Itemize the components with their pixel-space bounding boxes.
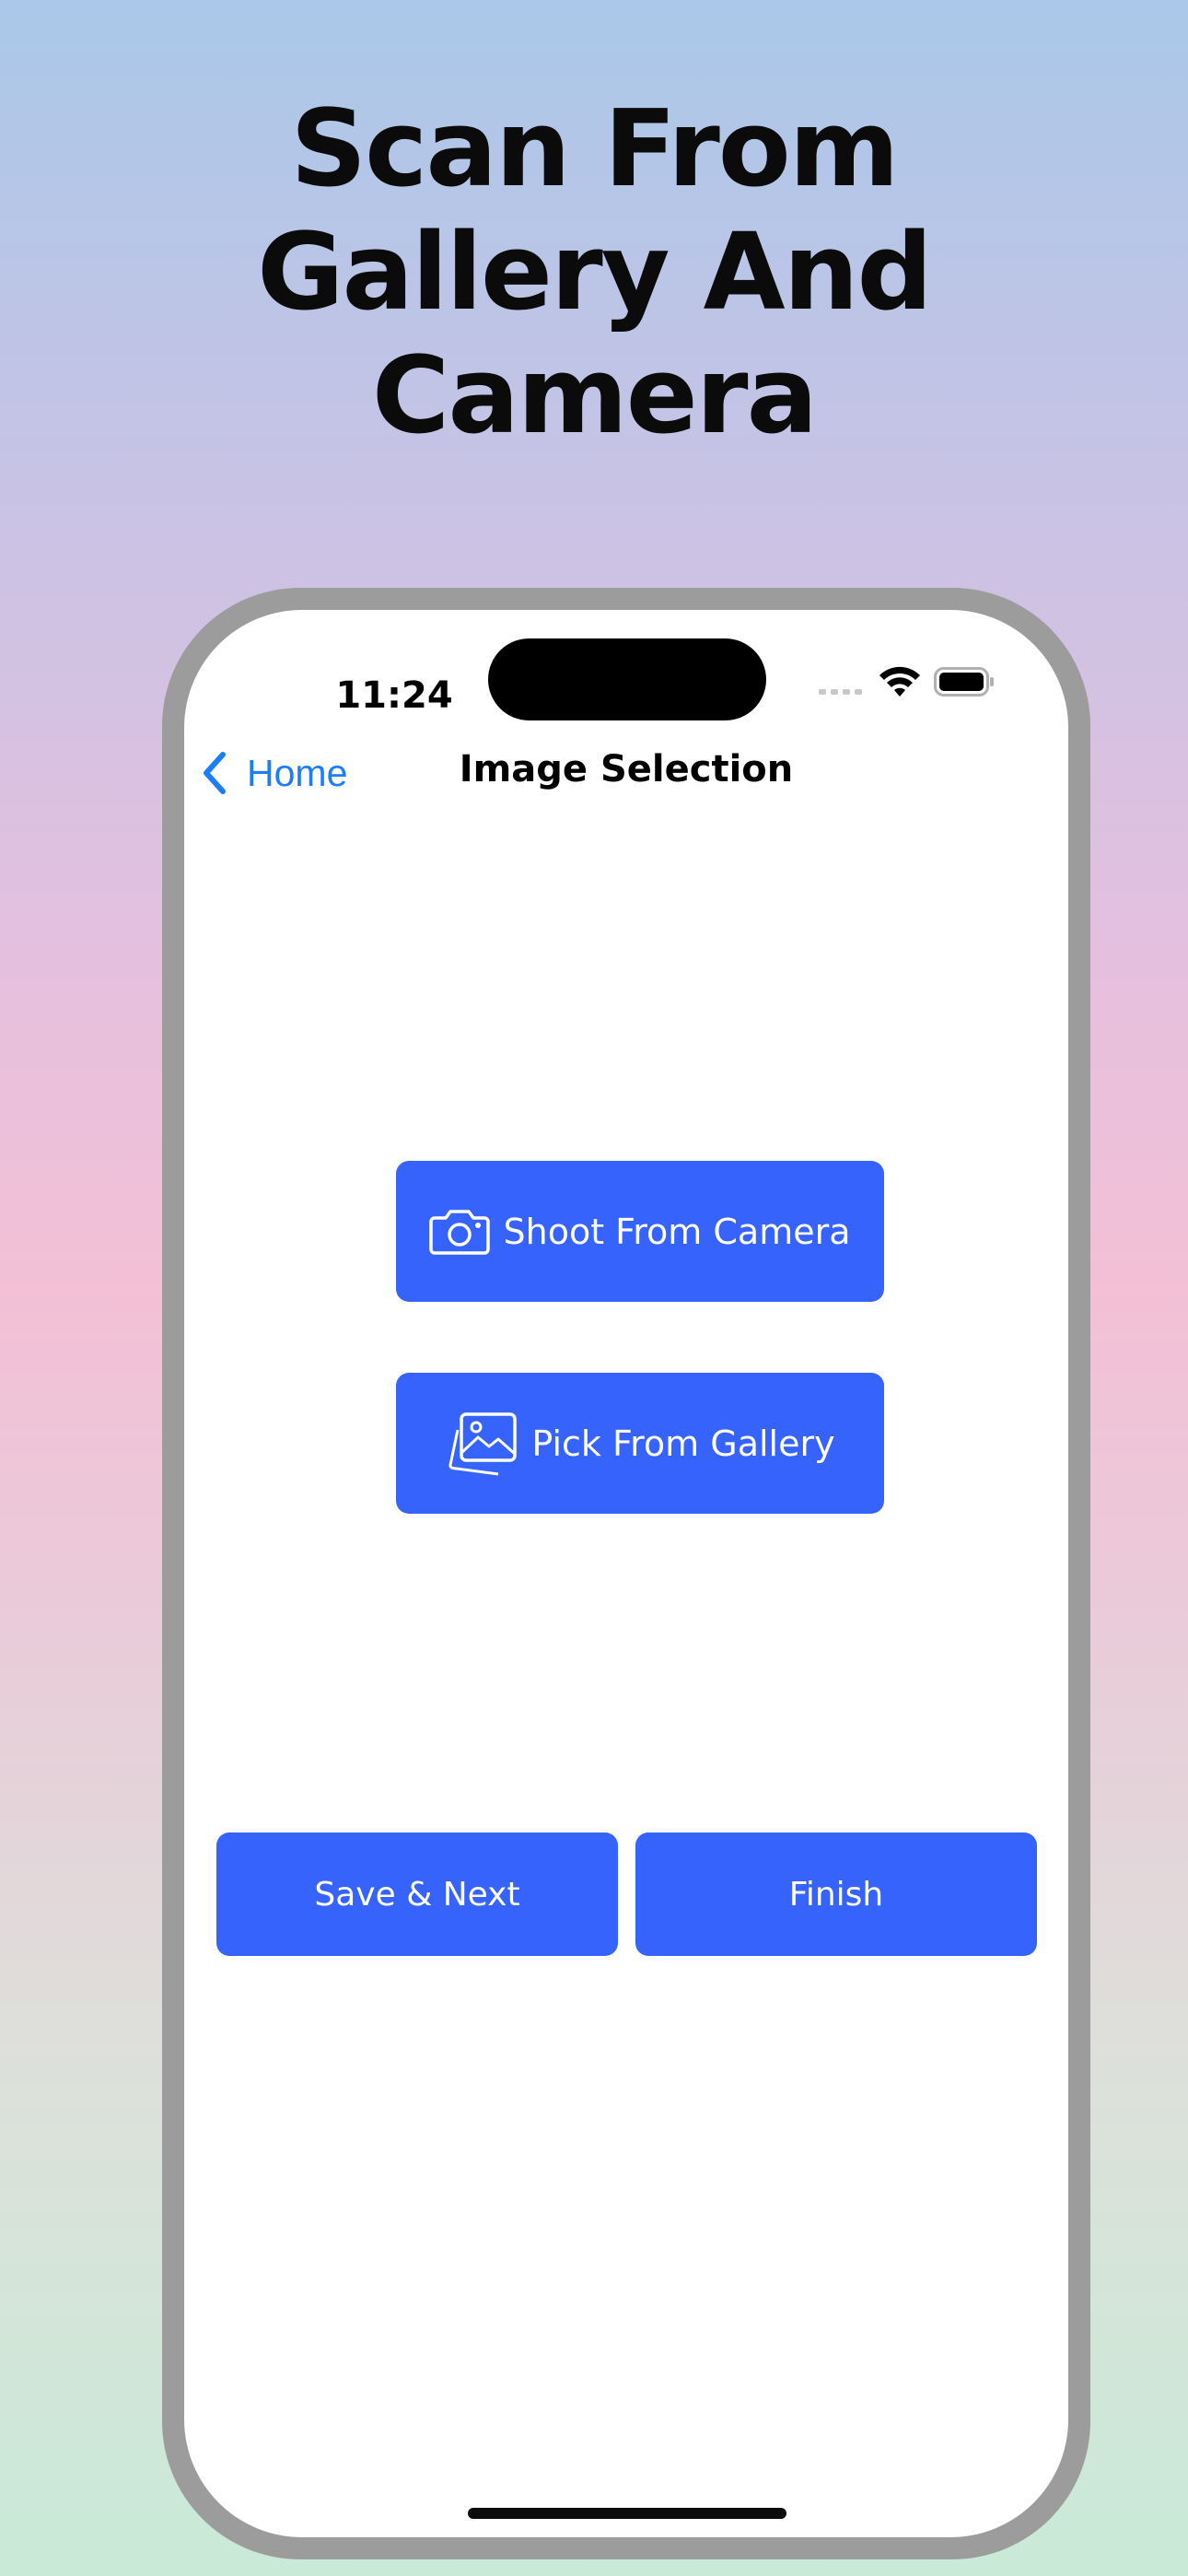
photo-gallery-icon xyxy=(445,1411,518,1476)
chevron-left-icon xyxy=(204,752,226,794)
shoot-from-camera-label: Shoot From Camera xyxy=(503,1211,851,1252)
dynamic-island xyxy=(488,638,766,720)
phone-screen: 11:24 Home Image Selection Shoot From Ca… xyxy=(184,610,1068,2537)
headline-line-2: Gallery And xyxy=(257,211,933,334)
battery-icon xyxy=(934,667,994,697)
back-button-label: Home xyxy=(247,751,348,794)
finish-button[interactable]: Finish xyxy=(635,1832,1037,1956)
headline-line-1: Scan From xyxy=(290,88,899,211)
status-time: 11:24 xyxy=(335,674,453,717)
pick-from-gallery-label: Pick From Gallery xyxy=(531,1423,835,1464)
save-and-next-button[interactable]: Save & Next xyxy=(216,1832,618,1956)
nav-title: Image Selection xyxy=(459,748,794,790)
wifi-icon xyxy=(879,666,920,697)
headline-line-3: Camera xyxy=(371,334,818,458)
camera-icon xyxy=(429,1209,491,1255)
back-button[interactable]: Home xyxy=(199,741,347,805)
shoot-from-camera-button[interactable]: Shoot From Camera xyxy=(396,1161,884,1302)
signal-icon xyxy=(819,689,862,695)
phone-frame: 11:24 Home Image Selection Shoot From Ca… xyxy=(162,588,1090,2559)
pick-from-gallery-button[interactable]: Pick From Gallery xyxy=(396,1373,884,1514)
promo-headline: Scan From Gallery And Camera xyxy=(0,88,1188,458)
home-indicator[interactable] xyxy=(468,2508,786,2519)
